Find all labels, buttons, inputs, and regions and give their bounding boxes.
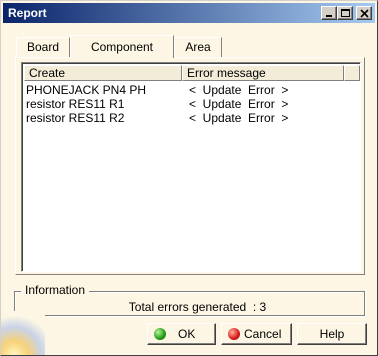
cancel-button[interactable]: Cancel: [221, 323, 292, 345]
component-tab-panel: Create Error message PHONEJACK PN4 PH < …: [15, 57, 365, 275]
maximize-icon: [341, 9, 350, 17]
sun-decoration-icon: [1, 311, 45, 355]
window-title: Report: [8, 6, 47, 20]
close-button[interactable]: [356, 6, 372, 20]
information-legend: Information: [21, 283, 90, 297]
total-errors-text: Total errors generated : 3: [128, 300, 267, 314]
create-cell: resistor RES11 R2: [26, 111, 125, 125]
ok-button[interactable]: OK: [147, 323, 216, 345]
red-circle-icon: [228, 328, 240, 340]
title-bar[interactable]: Report: [3, 3, 375, 23]
create-cell: PHONEJACK PN4 PH: [26, 83, 147, 97]
column-header-create[interactable]: Create: [24, 65, 182, 81]
list-row[interactable]: PHONEJACK PN4 PH < Update Error >: [26, 83, 358, 97]
error-cell: < Update Error >: [189, 97, 289, 111]
minimize-button[interactable]: [321, 6, 337, 20]
minimize-icon: [326, 15, 332, 17]
tab-area[interactable]: Area: [174, 37, 222, 57]
tab-component[interactable]: Component: [70, 35, 174, 58]
error-cell: < Update Error >: [189, 83, 289, 97]
report-dialog: Report Board Component Area Create Error…: [0, 0, 378, 356]
maximize-button[interactable]: [337, 6, 353, 20]
green-circle-icon: [154, 328, 166, 340]
error-list[interactable]: Create Error message PHONEJACK PN4 PH < …: [21, 62, 361, 272]
list-row[interactable]: resistor RES11 R1 < Update Error >: [26, 97, 358, 111]
help-button[interactable]: Help: [297, 323, 367, 345]
close-icon: [360, 9, 369, 18]
column-header-filler: [344, 65, 360, 81]
ok-label: OK: [178, 327, 196, 341]
tab-board[interactable]: Board: [16, 37, 70, 57]
column-header-error-message[interactable]: Error message: [182, 65, 344, 81]
cancel-label: Cancel: [244, 327, 282, 341]
list-row[interactable]: resistor RES11 R2 < Update Error >: [26, 111, 358, 125]
list-header: Create Error message: [24, 65, 360, 81]
information-group: Information Total errors generated : 3: [14, 283, 365, 316]
list-rows: PHONEJACK PN4 PH < Update Error > resist…: [26, 83, 358, 125]
error-cell: < Update Error >: [189, 111, 289, 125]
create-cell: resistor RES11 R1: [26, 97, 125, 111]
